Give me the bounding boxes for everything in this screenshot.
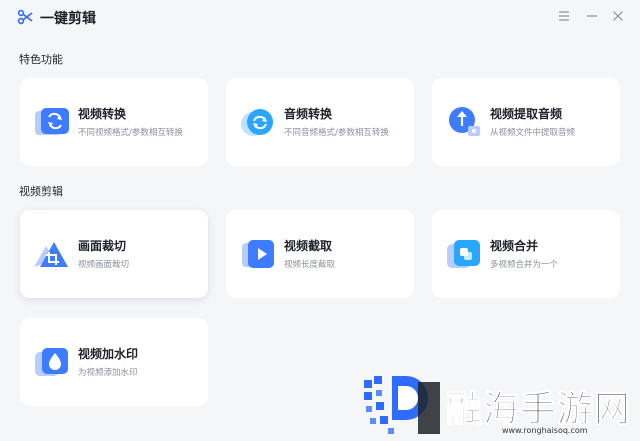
- title-bar: 一键剪辑: [0, 0, 640, 34]
- card-description: 视频画面裁切: [78, 260, 130, 270]
- card-title: 画面裁切: [78, 239, 127, 253]
- watermark-icon: [35, 348, 68, 376]
- card-crop[interactable]: 画面裁切 视频画面裁切: [20, 210, 208, 298]
- minimize-icon[interactable]: [584, 8, 600, 24]
- card-title: 视频合并: [490, 239, 539, 253]
- app-title: 一键剪辑: [40, 11, 96, 27]
- watermark-url: www.ronghaisoq.com: [502, 426, 588, 435]
- audio-convert-icon: [241, 109, 273, 136]
- card-description: 视频长度截取: [284, 260, 336, 270]
- close-icon[interactable]: [610, 8, 626, 24]
- card-title: 视频截取: [284, 239, 333, 253]
- card-title: 视频提取音频: [490, 107, 563, 121]
- card-title: 视频加水印: [78, 347, 139, 361]
- section-title-editing: 视频剪辑: [19, 185, 63, 198]
- card-video-merge[interactable]: 视频合并 多视频合并为一个: [432, 210, 620, 298]
- card-video-trim[interactable]: 视频截取 视频长度截取: [226, 210, 414, 298]
- video-trim-icon: [242, 240, 274, 268]
- card-description: 不同视频格式/参数相互转换: [78, 128, 183, 138]
- section-title-features: 特色功能: [19, 53, 63, 66]
- card-video-watermark[interactable]: 视频加水印 为视频添加水印: [20, 318, 208, 406]
- card-extract-audio[interactable]: 视频提取音频 从视频文件中提取音频: [432, 78, 620, 166]
- crop-icon: [34, 242, 68, 267]
- card-title: 音频转换: [284, 107, 333, 121]
- extract-audio-icon: [449, 107, 480, 136]
- video-convert-icon: [35, 108, 69, 135]
- scissors-icon: [17, 9, 33, 25]
- watermark-text: 融海手游网: [445, 389, 632, 431]
- card-description: 不同音频格式/参数相互转换: [284, 128, 389, 138]
- merge-icon: [447, 240, 480, 268]
- site-watermark: 融海手游网 www.ronghaisoq.com: [362, 372, 640, 441]
- card-description: 为视频添加水印: [78, 368, 138, 378]
- menu-icon[interactable]: [556, 8, 572, 24]
- card-video-convert[interactable]: 视频转换 不同视频格式/参数相互转换: [20, 78, 208, 166]
- card-audio-convert[interactable]: 音频转换 不同音频格式/参数相互转换: [226, 78, 414, 166]
- card-description: 多视频合并为一个: [490, 260, 559, 270]
- card-title: 视频转换: [78, 107, 127, 121]
- watermark-logo-icon: [364, 376, 440, 434]
- card-description: 从视频文件中提取音频: [490, 128, 576, 138]
